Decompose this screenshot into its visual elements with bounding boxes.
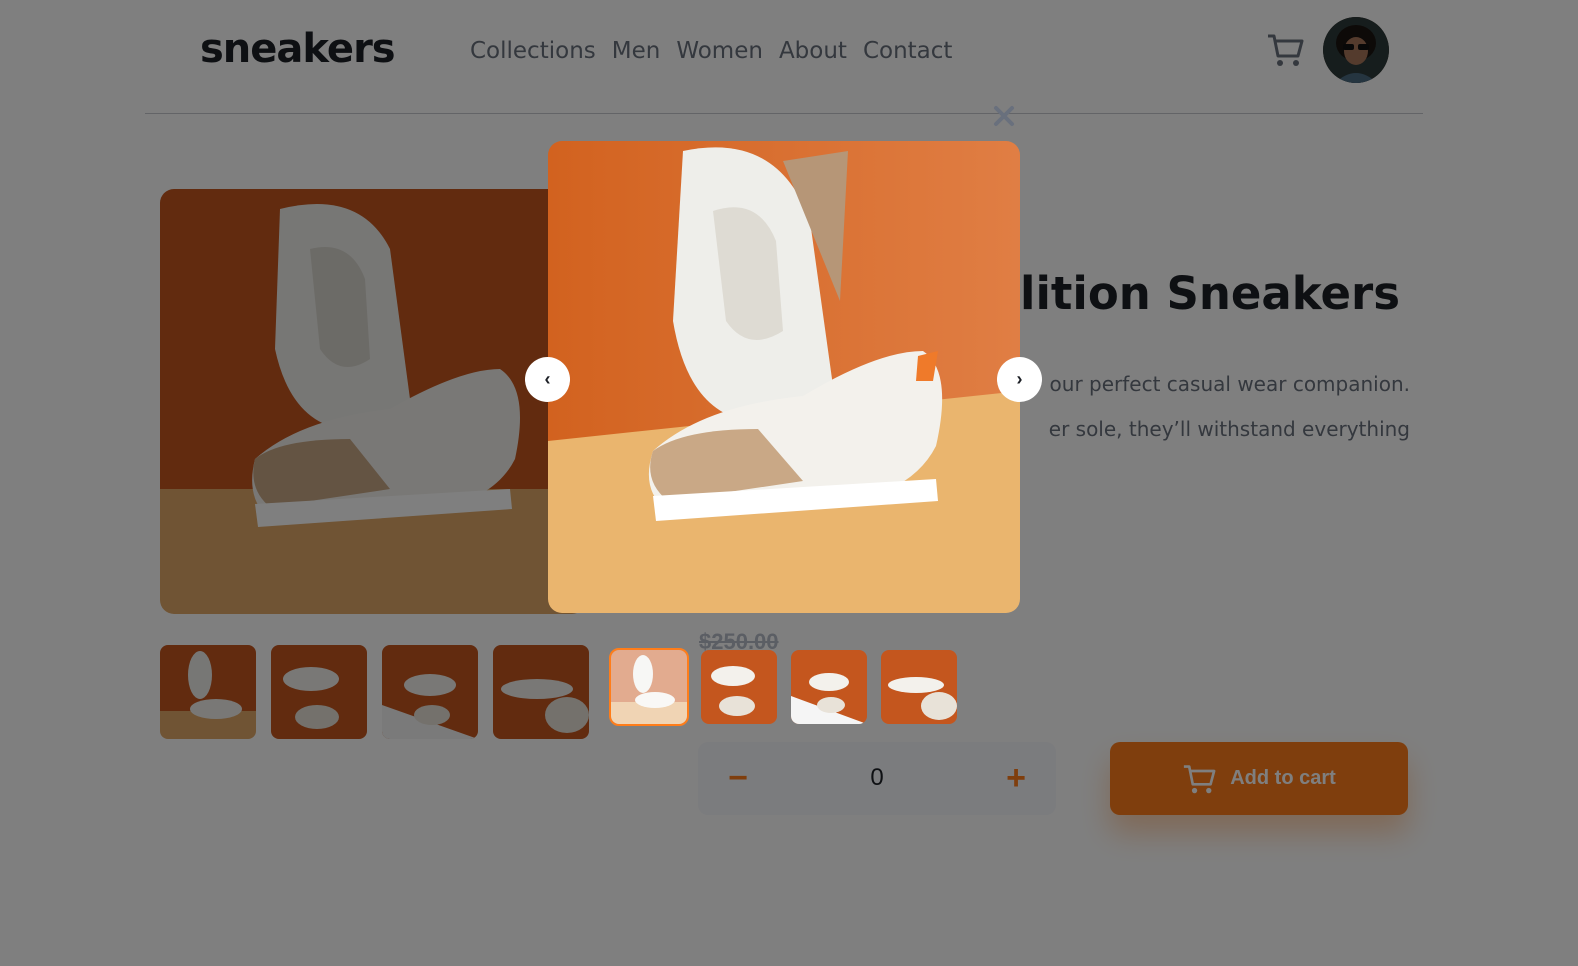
lightbox-next-button[interactable]: ›: [997, 357, 1042, 402]
lightbox-thumbnail-3[interactable]: [791, 650, 867, 724]
lightbox-previous-button[interactable]: ‹: [525, 357, 570, 402]
lightbox-thumbnail-strip: [609, 648, 957, 726]
lightbox-thumbnail-4[interactable]: [881, 650, 957, 724]
lightbox-thumbnail-1[interactable]: [609, 648, 689, 726]
lightbox-thumbnail-2[interactable]: [701, 650, 777, 724]
close-icon[interactable]: [992, 104, 1016, 128]
lightbox-main-image: [548, 141, 1020, 613]
